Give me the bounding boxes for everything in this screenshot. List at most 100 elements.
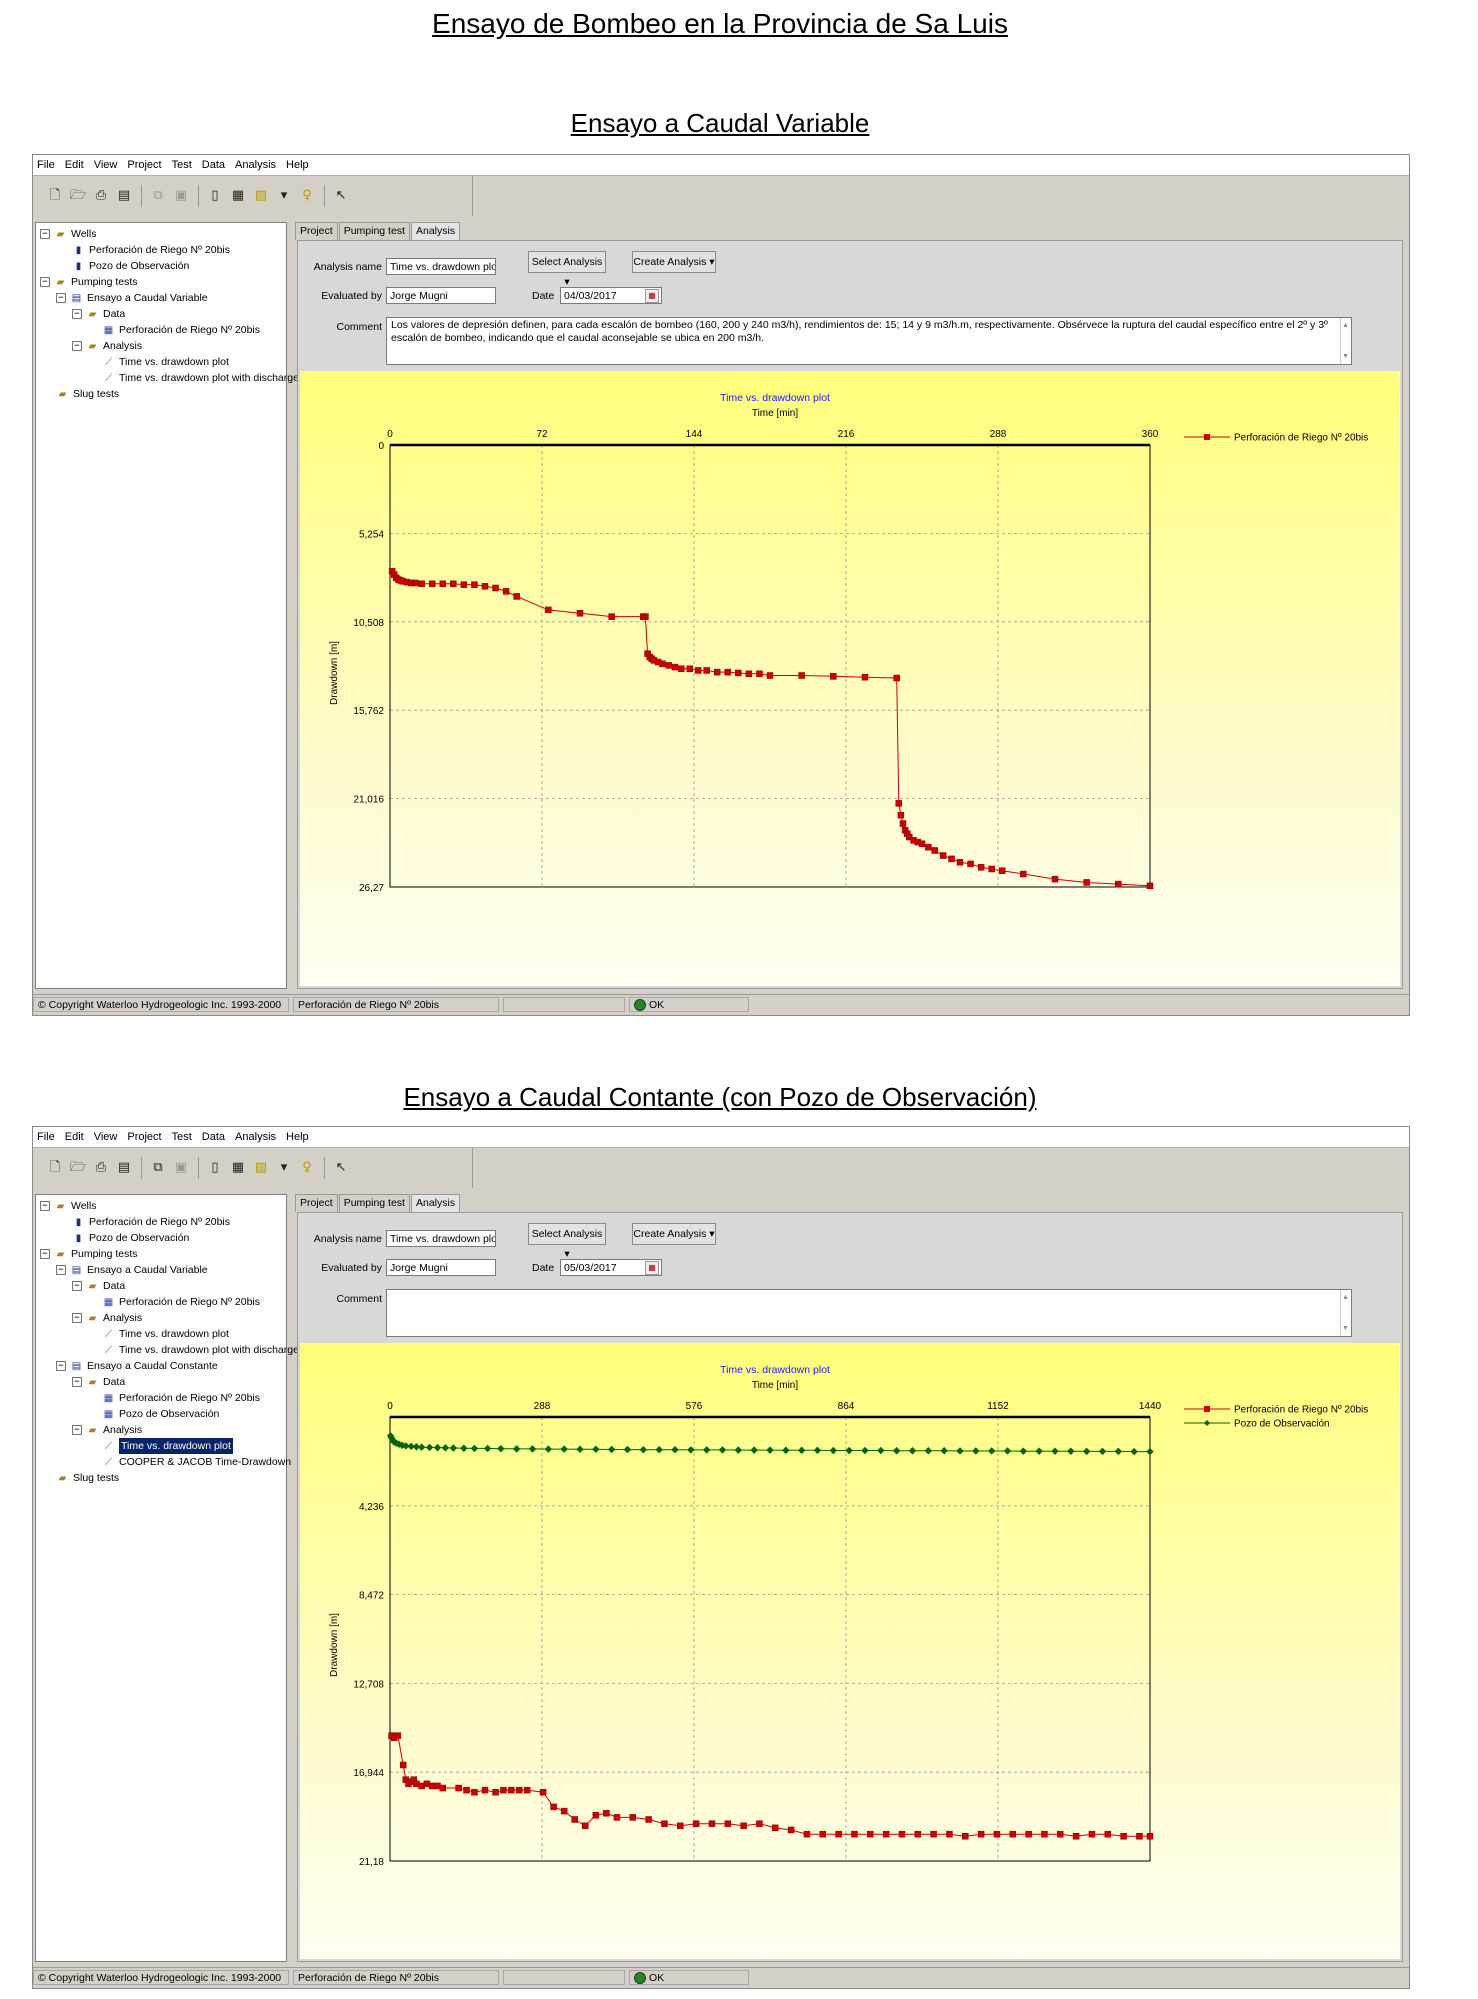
tree-node-slug-tests[interactable]: ▰ Slug tests: [56, 386, 119, 402]
collapse-icon[interactable]: −: [72, 341, 82, 351]
calendar-icon[interactable]: ▦: [645, 1261, 659, 1275]
tree-node-pumping-tests[interactable]: − ▰ Pumping tests: [40, 274, 138, 290]
tree-node-well2[interactable]: ▮ Pozo de Observación: [72, 1230, 190, 1246]
tree-node-data2[interactable]: − ▰ Data: [72, 1374, 125, 1390]
scroll-up-icon[interactable]: ▲: [1342, 319, 1349, 332]
collapse-icon[interactable]: −: [40, 1201, 50, 1211]
menu-edit[interactable]: Edit: [65, 1131, 84, 1143]
select-analysis-button[interactable]: Select Analysis ▾: [528, 1223, 606, 1260]
collapse-icon[interactable]: −: [40, 1249, 50, 1259]
tree-node-analysis2[interactable]: ⟋ Time vs. drawdown plot with discharge: [102, 1342, 299, 1358]
collapse-icon[interactable]: −: [40, 277, 50, 287]
date-field[interactable]: 04/03/2017 ▦: [560, 287, 662, 304]
collapse-icon[interactable]: −: [56, 1361, 66, 1371]
menu-project[interactable]: Project: [127, 1131, 161, 1143]
date-field[interactable]: 05/03/2017 ▦: [560, 1259, 662, 1276]
export-icon[interactable]: ▨: [253, 1160, 269, 1176]
collapse-icon[interactable]: −: [72, 1313, 82, 1323]
tree-node-data-well[interactable]: ▦ Perforación de Riego Nº 20bis: [102, 322, 260, 338]
dropdown-icon[interactable]: ▾: [276, 1160, 292, 1176]
evaluated-by-field[interactable]: Jorge Mugni: [386, 287, 496, 304]
menu-test[interactable]: Test: [172, 1131, 192, 1143]
tab-project[interactable]: Project: [295, 1194, 338, 1212]
tree-node-data2-well2[interactable]: ▦ Pozo de Observación: [102, 1406, 220, 1422]
calculator-icon[interactable]: ▦: [230, 1160, 246, 1176]
tree-node-slug-tests[interactable]: ▰ Slug tests: [56, 1470, 119, 1486]
export-icon[interactable]: ▨: [253, 188, 269, 204]
analysis-name-field[interactable]: Time vs. drawdown plot: [386, 258, 496, 275]
report-icon[interactable]: ▯: [207, 1160, 223, 1176]
new-file-icon[interactable]: 🗋: [47, 1160, 63, 1176]
comment-field[interactable]: Los valores de depresión definen, para c…: [386, 317, 1352, 365]
paste-icon[interactable]: ▣: [173, 188, 189, 204]
collapse-icon[interactable]: −: [72, 1425, 82, 1435]
pointer-icon[interactable]: ↖: [333, 1160, 349, 1176]
open-folder-icon[interactable]: 🗁: [70, 188, 86, 204]
print-icon[interactable]: ⎙: [93, 1160, 109, 1176]
scroll-down-icon[interactable]: ▼: [1342, 1322, 1349, 1335]
report-icon[interactable]: ▯: [207, 188, 223, 204]
evaluated-by-field[interactable]: Jorge Mugni: [386, 1259, 496, 1276]
calculator-icon[interactable]: ▦: [230, 188, 246, 204]
menu-view[interactable]: View: [94, 159, 118, 171]
comment-field[interactable]: ▲ ▼: [386, 1289, 1352, 1337]
menu-analysis[interactable]: Analysis: [235, 1131, 276, 1143]
tab-analysis[interactable]: Analysis: [410, 1194, 461, 1212]
calendar-icon[interactable]: ▦: [645, 289, 659, 303]
open-folder-icon[interactable]: 🗁: [70, 1160, 86, 1176]
pointer-icon[interactable]: ↖: [333, 188, 349, 204]
tree-node-analysis1[interactable]: ⟋ Time vs. drawdown plot: [102, 1326, 229, 1342]
print-preview-icon[interactable]: ▤: [116, 188, 132, 204]
collapse-icon[interactable]: −: [72, 1377, 82, 1387]
tree-node-well1[interactable]: ▮ Perforación de Riego Nº 20bis: [72, 242, 230, 258]
tree-node-data[interactable]: − ▰ Data: [72, 306, 125, 322]
menu-help[interactable]: Help: [286, 159, 309, 171]
tab-analysis[interactable]: Analysis: [410, 222, 461, 240]
tree-node-wells[interactable]: − ▰ Wells: [40, 226, 96, 242]
menu-file[interactable]: File: [37, 159, 55, 171]
tree-node-data2-well1[interactable]: ▦ Perforación de Riego Nº 20bis: [102, 1390, 260, 1406]
tab-pumping-test[interactable]: Pumping test: [338, 1194, 410, 1212]
collapse-icon[interactable]: −: [72, 1281, 82, 1291]
menu-file[interactable]: File: [37, 1131, 55, 1143]
scroll-up-icon[interactable]: ▲: [1342, 1291, 1349, 1304]
create-analysis-button[interactable]: Create Analysis ▾: [632, 1223, 716, 1245]
collapse-icon[interactable]: −: [56, 293, 66, 303]
tree-node-test2[interactable]: − ▤ Ensayo a Caudal Constante: [56, 1358, 218, 1374]
menu-data[interactable]: Data: [202, 159, 225, 171]
tab-project[interactable]: Project: [295, 222, 338, 240]
dropdown-icon[interactable]: ▾: [276, 188, 292, 204]
collapse-icon[interactable]: −: [56, 1265, 66, 1275]
comment-scrollbar[interactable]: ▲ ▼: [1340, 318, 1351, 364]
tree-node-data[interactable]: − ▰ Data: [72, 1278, 125, 1294]
tree-node-analysis1[interactable]: ⟋ Time vs. drawdown plot: [102, 354, 229, 370]
tree-node-analysis[interactable]: − ▰ Analysis: [72, 1310, 142, 1326]
menu-view[interactable]: View: [94, 1131, 118, 1143]
create-analysis-button[interactable]: Create Analysis ▾: [632, 251, 716, 273]
comment-scrollbar[interactable]: ▲ ▼: [1340, 1290, 1351, 1336]
menu-test[interactable]: Test: [172, 159, 192, 171]
menu-analysis[interactable]: Analysis: [235, 159, 276, 171]
menu-data[interactable]: Data: [202, 1131, 225, 1143]
print-preview-icon[interactable]: ▤: [116, 1160, 132, 1176]
paste-icon[interactable]: ▣: [173, 1160, 189, 1176]
tree-node-analysis4[interactable]: ⟋ COOPER & JACOB Time-Drawdown: [102, 1454, 291, 1470]
tree-node-pumping-tests[interactable]: − ▰ Pumping tests: [40, 1246, 138, 1262]
tree-node-test1[interactable]: − ▤ Ensayo a Caudal Variable: [56, 290, 208, 306]
collapse-icon[interactable]: −: [40, 229, 50, 239]
menu-project[interactable]: Project: [127, 159, 161, 171]
lightbulb-icon[interactable]: ♀: [299, 1160, 315, 1176]
new-file-icon[interactable]: 🗋: [47, 188, 63, 204]
scroll-down-icon[interactable]: ▼: [1342, 350, 1349, 363]
tree-node-test1[interactable]: − ▤ Ensayo a Caudal Variable: [56, 1262, 208, 1278]
select-analysis-button[interactable]: Select Analysis ▾: [528, 251, 606, 288]
lightbulb-icon[interactable]: ♀: [299, 188, 315, 204]
tree-node-well1[interactable]: ▮ Perforación de Riego Nº 20bis: [72, 1214, 230, 1230]
tree-node-well2[interactable]: ▮ Pozo de Observación: [72, 258, 190, 274]
copy-icon[interactable]: ⧉: [150, 1160, 166, 1176]
copy-icon[interactable]: ⧉: [150, 188, 166, 204]
tab-pumping-test[interactable]: Pumping test: [338, 222, 410, 240]
analysis-name-field[interactable]: Time vs. drawdown plot: [386, 1230, 496, 1247]
tree-node-analysis3[interactable]: ⟋ Time vs. drawdown plot: [102, 1438, 233, 1454]
print-icon[interactable]: ⎙: [93, 188, 109, 204]
